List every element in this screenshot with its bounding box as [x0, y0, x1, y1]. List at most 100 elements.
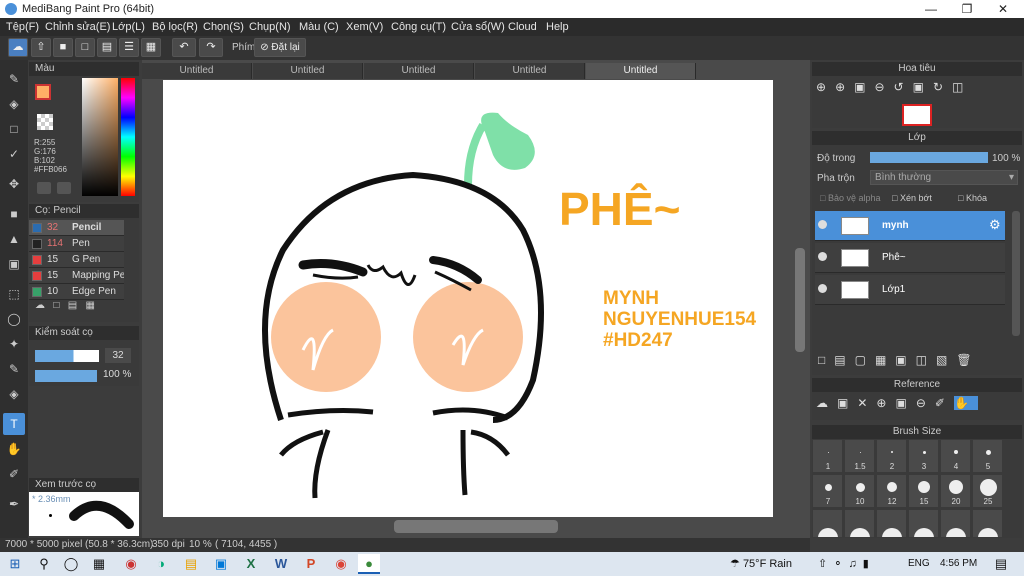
- brush-size-cell[interactable]: [876, 509, 907, 538]
- brush-size-cell[interactable]: [972, 509, 1003, 538]
- lock-checkbox[interactable]: □ Khóa: [958, 193, 987, 203]
- weather-widget[interactable]: ☂ 75°F Rain: [730, 557, 792, 570]
- cortana-icon[interactable]: ◯: [60, 554, 82, 574]
- brush-size-cell[interactable]: 15: [908, 474, 939, 508]
- flip-icon[interactable]: ◫: [952, 80, 972, 94]
- ref-zoom-out-icon[interactable]: ⊖: [916, 396, 935, 410]
- cloud-icon[interactable]: ☁: [8, 38, 28, 57]
- menu-snap[interactable]: Chụp(N): [249, 21, 291, 33]
- zoom-in-icon[interactable]: ⊕: [835, 80, 854, 94]
- comment-icon[interactable]: ■: [53, 38, 73, 57]
- bucket-tool-icon[interactable]: ▲: [3, 228, 25, 250]
- chat-icon[interactable]: □: [75, 38, 95, 57]
- layer-settings-icon[interactable]: ⚙: [989, 217, 1001, 233]
- tab-3[interactable]: Untitled: [364, 63, 474, 79]
- menu-help[interactable]: Help: [546, 21, 569, 33]
- reset-button[interactable]: ⊘ Đặt lại: [254, 38, 306, 57]
- powerpoint-icon[interactable]: P: [300, 554, 322, 574]
- tray-battery-icon[interactable]: ▮: [863, 558, 875, 570]
- redo-icon[interactable]: ↷: [199, 38, 223, 57]
- notification-icon[interactable]: ▤: [990, 554, 1012, 574]
- layer-visibility-icon[interactable]: [818, 220, 827, 229]
- ref-fit-icon[interactable]: ▣: [895, 396, 915, 410]
- folder-icon[interactable]: ▣: [895, 353, 915, 367]
- rect-tool-icon[interactable]: □: [3, 118, 25, 140]
- clip-checkbox[interactable]: □ Xén bớt: [892, 193, 932, 203]
- tab-5-active[interactable]: Untitled: [586, 63, 696, 79]
- brush-size-cell[interactable]: 10: [844, 474, 875, 508]
- ref-zoom-in-icon[interactable]: ⊕: [876, 396, 895, 410]
- menu-cloud[interactable]: Cloud: [508, 21, 537, 33]
- brush-list-item[interactable]: 10 Edge Pen: [29, 284, 124, 300]
- brush-size-cell[interactable]: 1.5: [844, 439, 875, 473]
- language-indicator[interactable]: ENG: [908, 558, 930, 569]
- ref-cloud-icon[interactable]: ☁: [816, 396, 837, 410]
- saturation-picker[interactable]: [82, 78, 118, 196]
- hand-tool-icon[interactable]: ✋: [3, 438, 25, 460]
- brush-list-item[interactable]: 114 Pen: [29, 236, 124, 252]
- ref-eyedropper-icon[interactable]: ✐: [935, 396, 954, 410]
- menu-tools[interactable]: Công cụ(T): [391, 21, 446, 33]
- eraser-tool-icon[interactable]: ◈: [3, 93, 25, 115]
- tray-wifi-icon[interactable]: ⚬: [833, 558, 848, 570]
- brush-list-item[interactable]: 15 G Pen: [29, 252, 124, 268]
- clock[interactable]: 4:56 PM: [940, 558, 977, 569]
- transparent-swatch[interactable]: [37, 114, 53, 130]
- menu-file[interactable]: Tệp(F): [6, 21, 39, 33]
- brush-size-cell[interactable]: [844, 509, 875, 538]
- pen-tool-icon[interactable]: ✒: [3, 493, 25, 515]
- blend-select[interactable]: Bình thường ▾: [870, 170, 1018, 185]
- brush-size-cell[interactable]: 3: [908, 439, 939, 473]
- delete-layer-icon[interactable]: 🗑: [956, 353, 980, 367]
- add-brush-icon[interactable]: ▤: [68, 300, 77, 311]
- grid-icon[interactable]: ▦: [141, 38, 161, 57]
- document-canvas[interactable]: PHÊ~ MYNH NGUYENHUE154 #HD247: [163, 80, 773, 517]
- move-tool-icon[interactable]: ✥: [3, 173, 25, 195]
- merge-icon[interactable]: ◫: [916, 353, 936, 367]
- tray-volume-icon[interactable]: ♫: [848, 558, 862, 570]
- menu-filter[interactable]: Bộ lọc(R): [152, 21, 198, 33]
- monitor-icon[interactable]: ▣: [210, 554, 232, 574]
- vertical-scrollbar[interactable]: [795, 248, 805, 352]
- text-tool-icon[interactable]: T: [3, 413, 25, 435]
- ref-hand-icon[interactable]: ✋: [953, 396, 978, 410]
- select-eraser-icon[interactable]: ◈: [3, 383, 25, 405]
- word-icon[interactable]: W: [270, 554, 292, 574]
- menu-select[interactable]: Chọn(S): [203, 21, 244, 33]
- brush-size-slider[interactable]: [35, 350, 99, 362]
- layer-row[interactable]: Lớp1: [815, 275, 1005, 305]
- brush-size-cell[interactable]: 7: [812, 474, 843, 508]
- tab-2[interactable]: Untitled: [253, 63, 363, 79]
- brush-size-cell[interactable]: [908, 509, 939, 538]
- brush-size-value[interactable]: 32: [105, 348, 131, 363]
- brush-opacity-slider[interactable]: [35, 370, 97, 382]
- lasso-tool-icon[interactable]: ◯: [3, 308, 25, 330]
- brush-size-cell[interactable]: 2: [876, 439, 907, 473]
- brush-size-cell[interactable]: [940, 509, 971, 538]
- layer-opacity-slider[interactable]: [870, 152, 988, 163]
- page-icon[interactable]: ▤: [97, 38, 117, 57]
- navigator-thumbnail[interactable]: [902, 104, 932, 126]
- layer-row[interactable]: Phê~: [815, 243, 1005, 273]
- new-layer-icon[interactable]: □: [818, 353, 834, 367]
- file-explorer-icon[interactable]: ▤: [180, 554, 202, 574]
- palette2-icon[interactable]: [57, 182, 71, 194]
- layer-row[interactable]: mynh ⚙: [815, 211, 1005, 241]
- brush-list-item[interactable]: 15 Mapping Pe: [29, 268, 124, 284]
- tab-1[interactable]: Untitled: [142, 63, 252, 79]
- magic-wand-icon[interactable]: ✦: [3, 333, 25, 355]
- brush-tool-icon[interactable]: ✎: [3, 68, 25, 90]
- layer-visibility-icon[interactable]: [818, 252, 827, 261]
- horizontal-scrollbar[interactable]: [394, 520, 558, 533]
- close-button[interactable]: ✕: [986, 0, 1020, 18]
- task-view-icon[interactable]: ▦: [88, 554, 110, 574]
- menu-window[interactable]: Cửa sổ(W): [451, 21, 505, 33]
- brush-list-item[interactable]: 32 Pencil: [29, 220, 124, 236]
- gradient-tool-icon[interactable]: ▣: [3, 253, 25, 275]
- minimize-button[interactable]: —: [914, 0, 948, 18]
- layer-8bit-icon[interactable]: ▢: [855, 353, 875, 367]
- menu-edit[interactable]: Chỉnh sửa(E): [45, 21, 110, 33]
- layer-visibility-icon[interactable]: [818, 284, 827, 293]
- ref-close-icon[interactable]: ✕: [857, 396, 876, 410]
- windows-start-icon[interactable]: ⊞: [4, 554, 26, 574]
